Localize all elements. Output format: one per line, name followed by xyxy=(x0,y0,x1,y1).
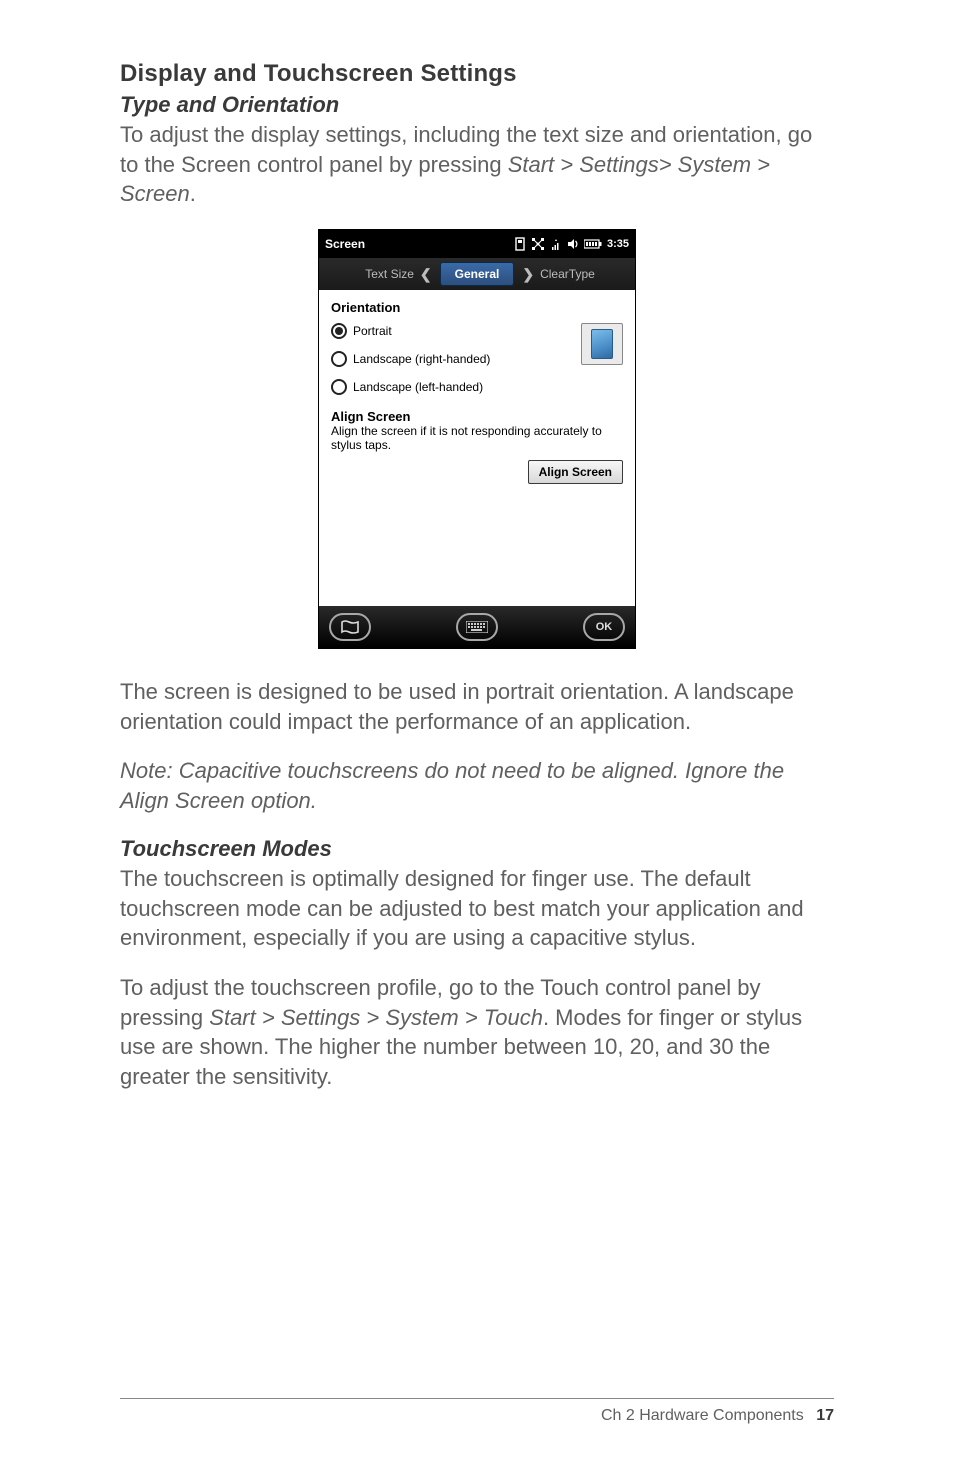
status-icons: 3:35 xyxy=(514,237,629,251)
page: Display and Touchscreen Settings Type an… xyxy=(0,0,954,1475)
para-touch-finger: The touchscreen is optimally designed fo… xyxy=(120,864,834,953)
network-icon xyxy=(531,238,545,250)
page-number: 17 xyxy=(816,1407,834,1424)
keyboard-button[interactable] xyxy=(456,613,498,641)
align-button-wrap: Align Screen xyxy=(331,460,623,484)
footer-rule xyxy=(120,1398,834,1399)
radio-circle-icon xyxy=(331,379,347,395)
note-italic: Note: Capacitive touchscreens do not nee… xyxy=(120,758,784,813)
radio-portrait[interactable]: Portrait xyxy=(331,323,490,339)
page-footer: Ch 2 Hardware Components 17 xyxy=(120,1398,834,1425)
chevron-left-icon: ❮ xyxy=(420,266,432,283)
windows-flag-icon xyxy=(341,619,359,635)
tabbar: Text Size ❮ General ❯ ClearType xyxy=(319,258,635,290)
align-description: Align the screen if it is not responding… xyxy=(331,424,623,452)
battery-icon xyxy=(584,239,602,249)
screen-preview-inner xyxy=(591,329,613,359)
radio-group-orientation: Portrait Landscape (right-handed) Landsc… xyxy=(331,323,490,395)
tab-left-wrap[interactable]: Text Size ❮ xyxy=(319,266,440,283)
tab-right-wrap[interactable]: ❯ ClearType xyxy=(514,266,635,283)
volume-icon xyxy=(567,238,579,250)
orientation-row: Portrait Landscape (right-handed) Landsc… xyxy=(331,323,623,395)
clock: 3:35 xyxy=(607,238,629,250)
window-title: Screen xyxy=(325,237,510,251)
screenshot-screen-panel: Screen 3:35 Text Size ❮ General ❯ xyxy=(318,229,636,649)
titlebar: Screen 3:35 xyxy=(319,230,635,258)
bottombar: OK xyxy=(319,606,635,648)
align-section: Align Screen Align the screen if it is n… xyxy=(331,409,623,452)
radio-label: Landscape (left-handed) xyxy=(353,380,483,394)
radio-label: Portrait xyxy=(353,324,392,338)
screenshot-wrapper: Screen 3:35 Text Size ❮ General ❯ xyxy=(120,229,834,649)
ok-button[interactable]: OK xyxy=(583,613,625,641)
footer-text: Ch 2 Hardware Components 17 xyxy=(120,1407,834,1425)
screen-preview-icon xyxy=(581,323,623,365)
heading-type-orientation: Type and Orientation xyxy=(120,92,834,118)
para-portrait-note: The screen is designed to be used in por… xyxy=(120,677,834,736)
radio-label: Landscape (right-handed) xyxy=(353,352,490,366)
radio-circle-icon xyxy=(331,323,347,339)
path-start-touch: Start > Settings > System > Touch xyxy=(209,1005,543,1030)
heading-touchscreen-modes: Touchscreen Modes xyxy=(120,836,834,862)
sim-icon xyxy=(514,237,526,251)
radio-dot-icon xyxy=(335,327,343,335)
tab-text-size: Text Size xyxy=(365,267,414,281)
tab-cleartype: ClearType xyxy=(540,267,595,281)
start-button[interactable] xyxy=(329,613,371,641)
align-title: Align Screen xyxy=(331,409,623,424)
orientation-label: Orientation xyxy=(331,300,623,315)
tab-general[interactable]: General xyxy=(440,262,515,286)
radio-landscape-right[interactable]: Landscape (right-handed) xyxy=(331,351,490,367)
heading-display-settings: Display and Touchscreen Settings xyxy=(120,60,834,88)
para-adjust-display: To adjust the display settings, includin… xyxy=(120,120,834,209)
para-touch-profile: To adjust the touchscreen profile, go to… xyxy=(120,973,834,1092)
panel-content: Orientation Portrait Landscape (right-ha… xyxy=(319,290,635,606)
chevron-right-icon: ❯ xyxy=(522,266,534,283)
radio-circle-icon xyxy=(331,351,347,367)
signal-icon xyxy=(550,238,562,250)
para-capacitive-note: Note: Capacitive touchscreens do not nee… xyxy=(120,756,834,815)
keyboard-icon xyxy=(466,621,488,633)
radio-landscape-left[interactable]: Landscape (left-handed) xyxy=(331,379,490,395)
text-segment: . xyxy=(190,181,196,206)
align-screen-button[interactable]: Align Screen xyxy=(528,460,623,484)
footer-chapter: Ch 2 Hardware Components xyxy=(601,1407,804,1424)
